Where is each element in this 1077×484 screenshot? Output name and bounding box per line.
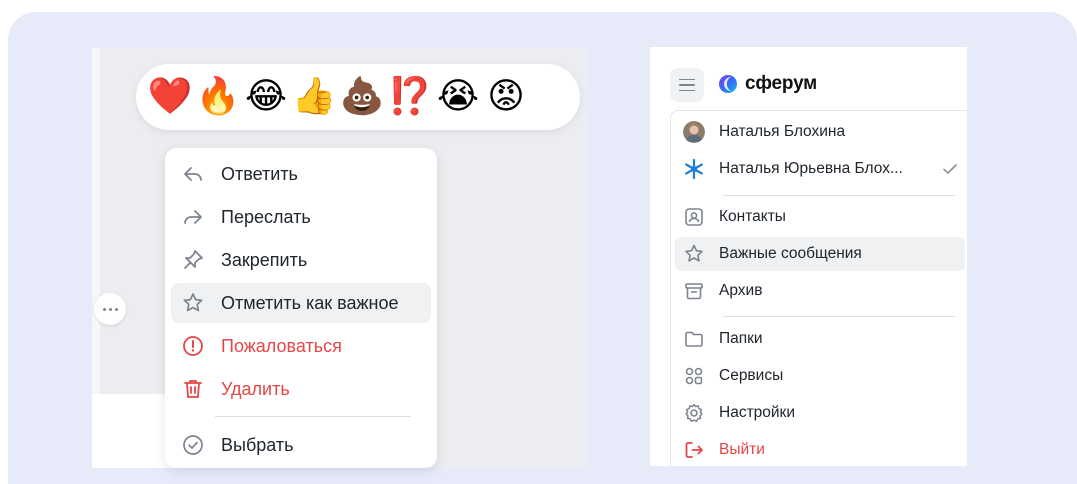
star-icon xyxy=(183,293,203,312)
menu-item-archive[interactable]: Архив xyxy=(675,274,965,308)
forward-icon xyxy=(184,210,202,224)
dot xyxy=(102,307,106,311)
divider xyxy=(650,46,967,47)
contact-card-icon xyxy=(685,208,703,226)
menu-label: Важные сообщения xyxy=(719,245,862,262)
menu-label: Переслать xyxy=(221,206,311,227)
gear-icon xyxy=(685,403,703,422)
brand-name: сферум xyxy=(745,73,818,94)
account-item-1[interactable]: Наталья Блохина xyxy=(675,115,965,149)
reaction-bar: ❤️ 🔥 😂 👍 💩 ⁉️ 😭 😡 xyxy=(136,64,580,130)
menu-item-services[interactable]: Сервисы xyxy=(675,359,965,393)
snowflake-icon xyxy=(685,158,703,180)
services-grid-icon xyxy=(685,367,703,385)
star-icon xyxy=(685,244,703,262)
pin-icon xyxy=(184,250,203,269)
app-menu: Наталья Блохина Наталья Юрьевна Блох... xyxy=(670,110,967,466)
pile-of-poo-emoji[interactable]: 💩 xyxy=(338,73,386,121)
app-header: сферум xyxy=(650,66,967,106)
menu-label: Архив xyxy=(719,282,763,299)
menu-item-report[interactable]: Пожаловаться xyxy=(171,326,431,366)
avatar xyxy=(683,121,705,143)
crying-face-emoji[interactable]: 😭 xyxy=(434,73,482,121)
app-menu-screenshot: сферум Наталья Блохина Наталья Юрьевна Б… xyxy=(650,46,967,466)
reply-icon xyxy=(184,167,202,181)
menu-item-mark-important[interactable]: Отметить как важное xyxy=(171,283,431,323)
dot xyxy=(108,307,112,311)
menu-item-pin[interactable]: Закрепить xyxy=(171,240,431,280)
menu-label: Контакты xyxy=(719,208,786,225)
more-options-button[interactable] xyxy=(94,293,126,325)
menu-line xyxy=(679,89,695,92)
checkmark-icon xyxy=(943,164,957,174)
menu-item-delete[interactable]: Удалить xyxy=(171,369,431,409)
account-item-2[interactable]: Наталья Юрьевна Блох... xyxy=(675,152,965,186)
logout-icon xyxy=(685,442,703,458)
menu-label: Закрепить xyxy=(221,249,308,270)
menu-line xyxy=(679,84,695,86)
check-circle-icon xyxy=(183,435,203,455)
menu-label: Отметить как важное xyxy=(221,292,399,313)
tears-of-joy-emoji[interactable]: 😂 xyxy=(242,73,290,121)
menu-item-important-messages[interactable]: Важные сообщения xyxy=(675,237,965,271)
menu-label: Ответить xyxy=(221,163,298,184)
menu-label: Пожаловаться xyxy=(221,335,342,356)
menu-label: Удалить xyxy=(221,378,290,399)
message-context-menu: Ответить Переслать Закрепить Отметить ка… xyxy=(165,148,437,468)
menu-label: Настройки xyxy=(719,404,796,421)
menu-divider xyxy=(215,416,411,417)
menu-label: Выйти xyxy=(719,441,765,458)
fire-emoji[interactable]: 🔥 xyxy=(194,73,242,121)
account-name: Наталья Блохина xyxy=(719,123,846,140)
archive-box-icon xyxy=(685,283,703,300)
menu-label: Папки xyxy=(719,330,763,347)
menu-item-forward[interactable]: Переслать xyxy=(171,197,431,237)
question-marks-emoji[interactable]: ⁉️ xyxy=(386,73,434,121)
menu-item-reply[interactable]: Ответить xyxy=(171,154,431,194)
sferum-logo-icon xyxy=(719,75,737,93)
dot xyxy=(114,307,118,311)
sferum-logo: сферум xyxy=(718,70,817,98)
trash-icon xyxy=(184,380,202,398)
account-name: Наталья Юрьевна Блох... xyxy=(719,160,903,177)
angry-face-emoji[interactable]: 😡 xyxy=(482,73,530,121)
menu-divider xyxy=(723,195,955,196)
warning-circle-icon xyxy=(183,336,203,356)
menu-label: Выбрать xyxy=(221,434,294,455)
menu-item-contacts[interactable]: Контакты xyxy=(675,200,965,234)
hamburger-menu-button[interactable] xyxy=(670,68,704,102)
menu-item-select[interactable]: Выбрать xyxy=(171,425,431,465)
thumbs-up-emoji[interactable]: 👍 xyxy=(290,73,338,121)
menu-item-folders[interactable]: Папки xyxy=(675,322,965,356)
red-heart-emoji[interactable]: ❤️ xyxy=(146,73,194,121)
menu-item-settings[interactable]: Настройки xyxy=(675,396,965,430)
menu-label: Сервисы xyxy=(719,367,784,384)
menu-line xyxy=(679,78,695,81)
menu-divider xyxy=(723,316,955,317)
folder-icon xyxy=(685,331,703,347)
menu-item-logout[interactable]: Выйти xyxy=(675,433,965,466)
